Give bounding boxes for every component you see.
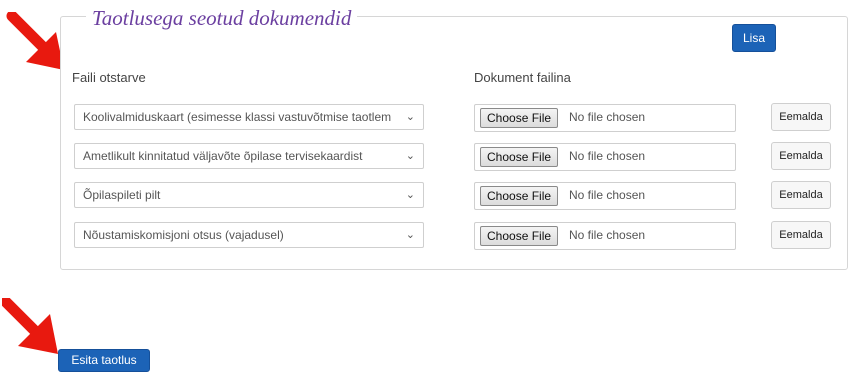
choose-file-button[interactable]: Choose File xyxy=(480,226,559,246)
chevron-down-icon: ⌄ xyxy=(405,111,415,123)
file-status-text: No file chosen xyxy=(569,188,646,202)
choose-file-button[interactable]: Choose File xyxy=(480,186,559,206)
file-input[interactable]: Choose File No file chosen xyxy=(474,104,736,132)
file-status-text: No file chosen xyxy=(569,149,646,163)
remove-button[interactable]: Eemalda xyxy=(771,103,831,131)
remove-button[interactable]: Eemalda xyxy=(771,181,831,209)
file-status-text: No file chosen xyxy=(569,110,646,124)
chevron-down-icon: ⌄ xyxy=(405,189,415,201)
chevron-down-icon: ⌄ xyxy=(405,229,415,241)
file-purpose-select[interactable]: Koolivalmiduskaart (esimesse klassi vast… xyxy=(74,104,424,130)
chevron-down-icon: ⌄ xyxy=(405,150,415,162)
choose-file-button[interactable]: Choose File xyxy=(480,108,559,128)
file-purpose-select[interactable]: Nõustamiskomisjoni otsus (vajadusel) ⌄ xyxy=(74,222,424,248)
file-input[interactable]: Choose File No file chosen xyxy=(474,143,736,171)
section-title: Taotlusega seotud dokumendid xyxy=(86,6,358,31)
file-purpose-select-value: Õpilaspileti pilt xyxy=(83,188,161,202)
red-arrow-icon xyxy=(2,298,58,354)
file-purpose-select[interactable]: Õpilaspileti pilt ⌄ xyxy=(74,182,424,208)
file-purpose-select-value: Koolivalmiduskaart (esimesse klassi vast… xyxy=(83,110,392,124)
remove-button[interactable]: Eemalda xyxy=(771,221,831,249)
file-status-text: No file chosen xyxy=(569,228,646,242)
file-purpose-select[interactable]: Ametlikult kinnitatud väljavõte õpilase … xyxy=(74,143,424,169)
submit-application-button[interactable]: Esita taotlus xyxy=(58,349,150,372)
column-header-file-choice: Faili otstarve xyxy=(72,70,146,85)
choose-file-button[interactable]: Choose File xyxy=(480,147,559,167)
file-purpose-select-value: Nõustamiskomisjoni otsus (vajadusel) xyxy=(83,228,284,242)
file-input[interactable]: Choose File No file chosen xyxy=(474,182,736,210)
add-button[interactable]: Lisa xyxy=(732,24,776,52)
file-input[interactable]: Choose File No file chosen xyxy=(474,222,736,250)
file-purpose-select-value: Ametlikult kinnitatud väljavõte õpilase … xyxy=(83,149,363,163)
column-header-document: Dokument failina xyxy=(474,70,571,85)
remove-button[interactable]: Eemalda xyxy=(771,142,831,170)
